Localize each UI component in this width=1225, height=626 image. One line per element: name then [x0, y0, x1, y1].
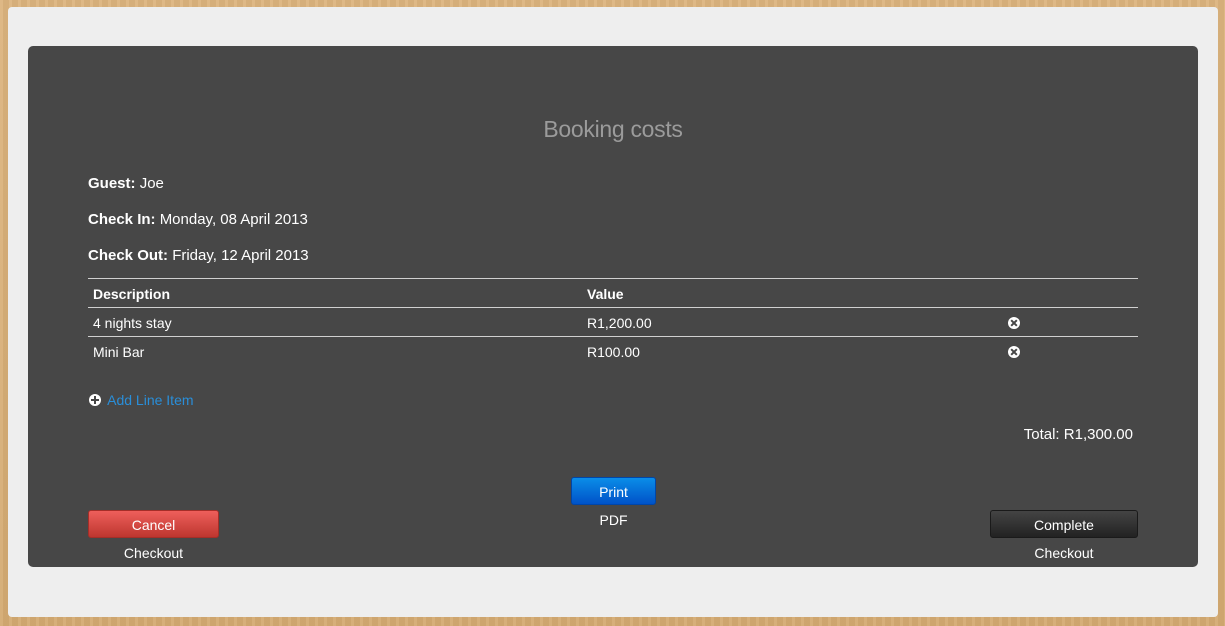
check-out-value: Friday, 12 April 2013 [172, 247, 309, 264]
table-row: 4 nights stay R1,200.00 [88, 308, 1138, 337]
plus-circle-icon[interactable] [89, 394, 101, 406]
check-in-info: Check In: Monday, 08 April 2013 [88, 211, 308, 228]
cancel-checkout-button[interactable]: Cancel Checkout [88, 510, 219, 561]
booking-costs-panel: Booking costs Guest: Joe Check In: Monda… [28, 46, 1198, 567]
check-in-value: Monday, 08 April 2013 [159, 211, 308, 228]
guest-label: Guest: [88, 175, 136, 192]
column-header-description: Description [93, 286, 171, 302]
column-header-value: Value [587, 286, 624, 302]
row-description: Mini Bar [93, 344, 145, 360]
row-value: R1,200.00 [587, 315, 652, 331]
add-line-item-label[interactable]: Add Line Item [107, 392, 193, 408]
row-value: R100.00 [587, 344, 640, 360]
guest-info: Guest: Joe [88, 175, 164, 192]
guest-value: Joe [139, 175, 164, 192]
check-out-label: Check Out: [88, 247, 169, 264]
remove-icon[interactable] [1008, 346, 1020, 358]
total-amount: Total: R1,300.00 [1023, 426, 1133, 443]
table-row: Mini Bar R100.00 [88, 337, 1138, 365]
check-out-info: Check Out: Friday, 12 April 2013 [88, 247, 309, 264]
table-header-row: Description Value [88, 279, 1138, 308]
remove-row-button[interactable] [1008, 316, 1020, 332]
remove-icon[interactable] [1008, 317, 1020, 329]
remove-row-button[interactable] [1008, 345, 1020, 361]
line-items-table: Description Value 4 nights stay R1,200.0… [88, 278, 1138, 365]
complete-checkout-button[interactable]: Complete Checkout [990, 510, 1138, 561]
page-frame: Booking costs Guest: Joe Check In: Monda… [8, 7, 1218, 617]
add-line-item-link[interactable]: Add Line Item [89, 392, 194, 408]
row-description: 4 nights stay [93, 315, 172, 331]
check-in-label: Check In: [88, 211, 156, 228]
print-pdf-button[interactable]: Print PDF [571, 477, 656, 528]
page-title: Booking costs [543, 116, 683, 142]
